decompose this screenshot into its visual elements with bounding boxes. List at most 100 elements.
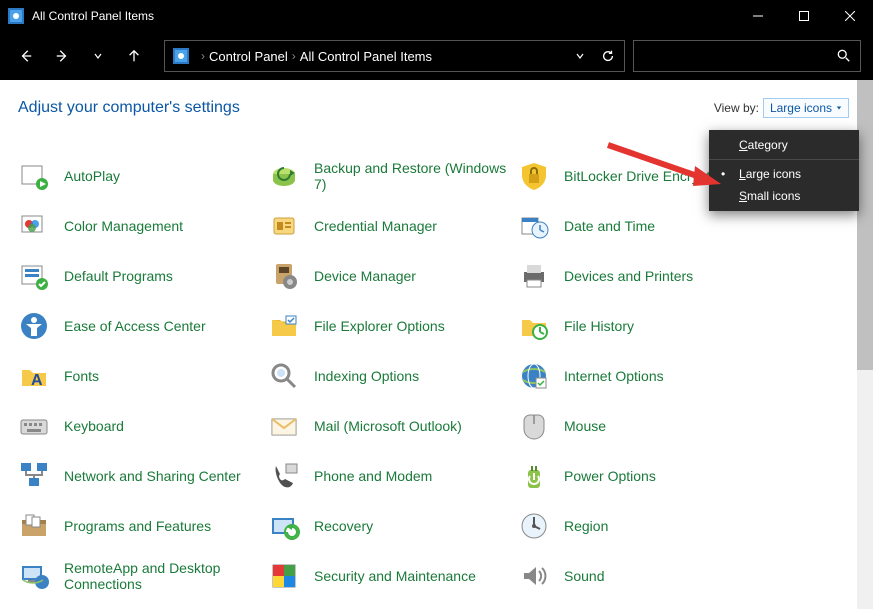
item-label: Devices and Printers bbox=[564, 268, 693, 284]
back-button[interactable] bbox=[12, 42, 40, 70]
scrollbar-thumb[interactable] bbox=[857, 80, 873, 370]
control-panel-item[interactable]: Recovery bbox=[268, 508, 518, 544]
control-panel-item[interactable]: Programs and Features bbox=[18, 508, 268, 544]
control-panel-item[interactable]: Security and Maintenance bbox=[268, 558, 518, 594]
item-label: Recovery bbox=[314, 518, 373, 534]
devicemgr-icon bbox=[268, 260, 300, 292]
item-label: Mouse bbox=[564, 418, 606, 434]
remote-icon bbox=[18, 560, 50, 592]
chevron-right-icon[interactable]: › bbox=[292, 49, 296, 63]
item-label: Ease of Access Center bbox=[64, 318, 206, 334]
printers-icon bbox=[518, 260, 550, 292]
phone-icon bbox=[268, 460, 300, 492]
control-panel-item[interactable]: Credential Manager bbox=[268, 208, 518, 244]
explorer-icon bbox=[268, 310, 300, 342]
control-panel-item[interactable]: AutoPlay bbox=[18, 158, 268, 194]
control-panel-item[interactable]: Network and Sharing Center bbox=[18, 458, 268, 494]
chevron-right-icon[interactable]: › bbox=[201, 49, 205, 63]
control-panel-items-grid: AutoPlay Backup and Restore (Windows 7) Bi… bbox=[18, 158, 849, 594]
item-label: Credential Manager bbox=[314, 218, 437, 234]
refresh-button[interactable] bbox=[592, 49, 624, 63]
maximize-button[interactable] bbox=[781, 0, 827, 32]
bitlocker-icon bbox=[518, 160, 550, 192]
fonts-icon: A bbox=[18, 360, 50, 392]
control-panel-item[interactable]: Devices and Printers bbox=[518, 258, 768, 294]
control-panel-item[interactable]: Ease of Access Center bbox=[18, 308, 268, 344]
control-panel-item[interactable]: RemoteApp and Desktop Connections bbox=[18, 558, 268, 594]
region-icon bbox=[518, 510, 550, 542]
breadcrumb-all-items[interactable]: All Control Panel Items bbox=[300, 49, 432, 64]
sound-icon bbox=[518, 560, 550, 592]
control-panel-item[interactable]: Mail (Microsoft Outlook) bbox=[268, 408, 518, 444]
item-label: Sound bbox=[564, 568, 604, 584]
control-panel-item[interactable]: File History bbox=[518, 308, 768, 344]
item-label: Keyboard bbox=[64, 418, 124, 434]
item-label: RemoteApp and Desktop Connections bbox=[64, 560, 268, 592]
viewby-label: View by: bbox=[714, 101, 759, 115]
item-label: Phone and Modem bbox=[314, 468, 432, 484]
menu-item-small-icons[interactable]: Small icons bbox=[709, 185, 859, 207]
address-icon bbox=[173, 48, 189, 64]
minimize-button[interactable] bbox=[735, 0, 781, 32]
titlebar: All Control Panel Items bbox=[0, 0, 873, 32]
menu-item-category[interactable]: Category bbox=[709, 134, 859, 156]
menu-item-large-icons[interactable]: •Large icons bbox=[709, 163, 859, 185]
item-label: Programs and Features bbox=[64, 518, 211, 534]
indexing-icon bbox=[268, 360, 300, 392]
recovery-icon bbox=[268, 510, 300, 542]
control-panel-item[interactable]: Phone and Modem bbox=[268, 458, 518, 494]
address-history-dropdown[interactable] bbox=[568, 47, 592, 65]
control-panel-item[interactable]: Power Options bbox=[518, 458, 768, 494]
control-panel-item[interactable]: Default Programs bbox=[18, 258, 268, 294]
app-icon bbox=[8, 8, 24, 24]
close-button[interactable] bbox=[827, 0, 873, 32]
item-label: Region bbox=[564, 518, 608, 534]
control-panel-item[interactable]: Device Manager bbox=[268, 258, 518, 294]
control-panel-item[interactable]: Color Management bbox=[18, 208, 268, 244]
toolbar: › Control Panel › All Control Panel Item… bbox=[0, 32, 873, 80]
vertical-scrollbar[interactable] bbox=[857, 80, 873, 609]
page-title: Adjust your computer's settings bbox=[18, 99, 714, 117]
up-button[interactable] bbox=[120, 42, 148, 70]
control-panel-item[interactable]: Indexing Options bbox=[268, 358, 518, 394]
search-icon[interactable] bbox=[828, 49, 860, 63]
history-dropdown[interactable] bbox=[84, 42, 112, 70]
address-bar[interactable]: › Control Panel › All Control Panel Item… bbox=[164, 40, 625, 72]
power-icon bbox=[518, 460, 550, 492]
breadcrumb-control-panel[interactable]: Control Panel bbox=[209, 49, 288, 64]
forward-button[interactable] bbox=[48, 42, 76, 70]
search-input[interactable] bbox=[633, 40, 861, 72]
keyboard-icon bbox=[18, 410, 50, 442]
internet-icon bbox=[518, 360, 550, 392]
control-panel-item[interactable]: Backup and Restore (Windows 7) bbox=[268, 158, 518, 194]
svg-text:A: A bbox=[31, 372, 43, 389]
control-panel-item[interactable]: Sound bbox=[518, 558, 768, 594]
mouse-icon bbox=[518, 410, 550, 442]
control-panel-item[interactable]: Keyboard bbox=[18, 408, 268, 444]
autoplay-icon bbox=[18, 160, 50, 192]
control-panel-item[interactable]: Internet Options bbox=[518, 358, 768, 394]
item-label: Default Programs bbox=[64, 268, 173, 284]
control-panel-item[interactable]: Date and Time bbox=[518, 208, 768, 244]
color-icon bbox=[18, 210, 50, 242]
item-label: Network and Sharing Center bbox=[64, 468, 241, 484]
control-panel-item[interactable]: Mouse bbox=[518, 408, 768, 444]
mail-icon bbox=[268, 410, 300, 442]
item-label: BitLocker Drive Encryption bbox=[564, 168, 729, 184]
programs-icon bbox=[18, 510, 50, 542]
control-panel-item[interactable]: File Explorer Options bbox=[268, 308, 518, 344]
network-icon bbox=[18, 460, 50, 492]
item-label: Date and Time bbox=[564, 218, 655, 234]
credential-icon bbox=[268, 210, 300, 242]
item-label: Backup and Restore (Windows 7) bbox=[314, 160, 518, 192]
item-label: Device Manager bbox=[314, 268, 416, 284]
chevron-down-icon bbox=[836, 105, 842, 111]
viewby-dropdown[interactable]: Large icons bbox=[763, 98, 849, 118]
viewby-context-menu: Category •Large icons Small icons bbox=[709, 130, 859, 211]
control-panel-item[interactable]: AFonts bbox=[18, 358, 268, 394]
filehistory-icon bbox=[518, 310, 550, 342]
item-label: AutoPlay bbox=[64, 168, 120, 184]
item-label: Power Options bbox=[564, 468, 656, 484]
ease-icon bbox=[18, 310, 50, 342]
control-panel-item[interactable]: Region bbox=[518, 508, 768, 544]
